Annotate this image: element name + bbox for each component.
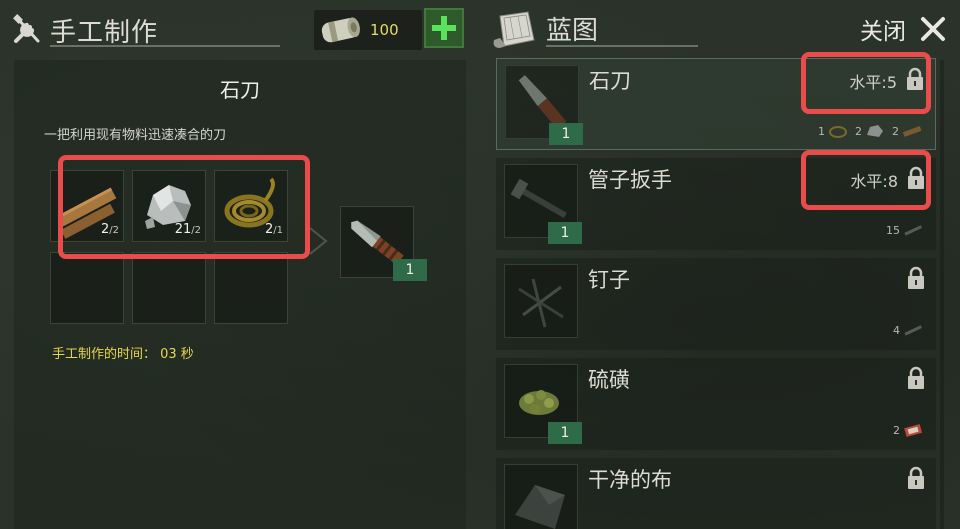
- blueprints-title-underline: [546, 45, 698, 47]
- nails-icon: [518, 278, 564, 328]
- req-count: 2: [892, 124, 899, 138]
- plus-icon: [432, 16, 456, 40]
- metal-bar-icon: [904, 225, 923, 236]
- currency-value: 100: [370, 21, 399, 39]
- blueprint-name: 干净的布: [588, 468, 672, 492]
- lock-icon: [908, 466, 924, 489]
- blueprint-list[interactable]: 1 石刀 水平:5 1 2 2 1 管子扳手 水平:8 15 钉子 4 1 硫磺…: [496, 58, 940, 529]
- currency-display: 100: [314, 10, 422, 50]
- lock-icon: [908, 366, 924, 389]
- crafting-title: 手工制作: [50, 17, 159, 48]
- blueprint-requirements: 2: [887, 422, 924, 438]
- blueprint-requirements: 1 2 2: [812, 123, 923, 139]
- blueprint-row-nails[interactable]: 钉子 4: [496, 258, 936, 350]
- cash-roll-icon: [321, 17, 360, 43]
- blueprint-row-sulfur[interactable]: 1 硫磺 2: [496, 358, 936, 450]
- craft-result-count: 1: [393, 259, 427, 281]
- level-highlight-box-2: [801, 150, 931, 210]
- close-icon[interactable]: [918, 14, 948, 44]
- lock-icon: [908, 266, 924, 289]
- craft-time-label: 手工制作的时间： 03 秒: [52, 347, 194, 362]
- req-count: 1: [818, 124, 825, 138]
- matchbox-icon: [904, 424, 923, 437]
- wood-plank-icon: [902, 126, 922, 137]
- blueprint-requirements: 15: [880, 222, 924, 238]
- blueprint-count: 1: [548, 222, 582, 244]
- ingredient-slot-empty: [214, 252, 288, 324]
- blueprint-count: 1: [548, 422, 582, 444]
- ingredient-slot-empty: [50, 252, 124, 324]
- blueprint-name: 硫磺: [588, 368, 630, 392]
- craft-item-description: 一把利用现有物料迅速凑合的刀: [44, 128, 227, 143]
- blueprint-name: 钉子: [588, 268, 630, 292]
- craft-item-name: 石刀: [220, 78, 260, 102]
- blueprints-title: 蓝图: [546, 16, 599, 46]
- blueprint-count: 1: [549, 123, 583, 145]
- blueprint-thumb: [504, 264, 578, 338]
- blueprint-thumb: [504, 464, 578, 529]
- metal-bar-icon: [904, 325, 923, 336]
- blueprint-name: 管子扳手: [588, 168, 672, 192]
- add-currency-button[interactable]: [424, 8, 464, 48]
- blueprint-row-clean-cloth[interactable]: 干净的布: [496, 458, 936, 529]
- req-count: 4: [893, 323, 900, 337]
- blueprint-name: 石刀: [589, 69, 631, 93]
- cloth-icon: [515, 485, 565, 529]
- stone-icon: [867, 125, 883, 137]
- blueprint-icon: [493, 11, 535, 48]
- req-count: 15: [886, 223, 900, 237]
- req-count: 2: [893, 423, 900, 437]
- rope-icon: [829, 126, 847, 138]
- ingredient-slot-empty: [132, 252, 206, 324]
- ingredients-highlight-box: [58, 155, 310, 259]
- blueprint-list-scrollbar[interactable]: [940, 60, 944, 529]
- level-highlight-box-1: [801, 52, 931, 114]
- tools-icon: [13, 14, 40, 43]
- blueprint-requirements: 4: [887, 322, 924, 338]
- crafting-title-underline: [50, 45, 280, 47]
- close-label[interactable]: 关闭: [860, 12, 906, 46]
- req-count: 2: [855, 124, 862, 138]
